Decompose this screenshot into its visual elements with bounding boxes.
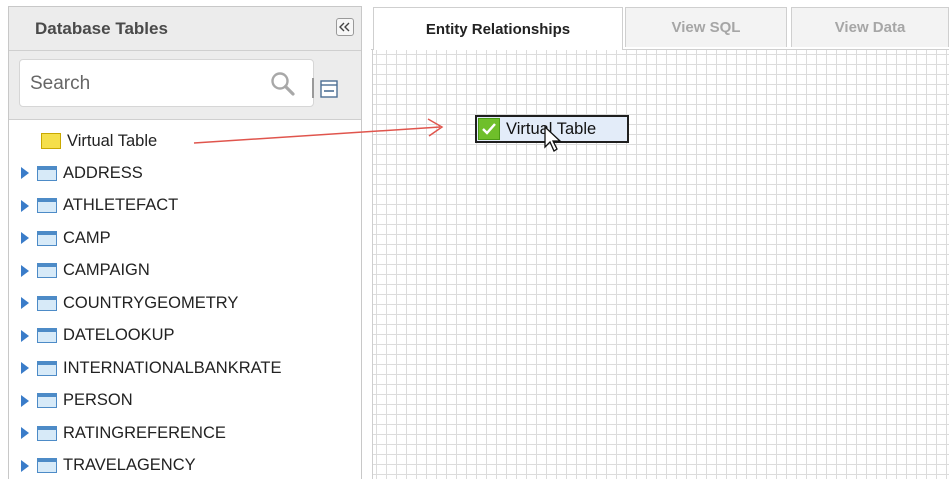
expand-arrow-icon[interactable] [21, 460, 29, 472]
expand-arrow-icon[interactable] [21, 427, 29, 439]
tree-item-campaign[interactable]: CAMPAIGN [9, 255, 361, 288]
table-icon [37, 393, 57, 408]
er-diagram-canvas[interactable] [372, 50, 949, 479]
node-label: Virtual Table [506, 120, 596, 139]
tab-view-data[interactable]: View Data [791, 7, 949, 47]
table-icon [37, 296, 57, 311]
expand-arrow-icon[interactable] [21, 232, 29, 244]
tree-item-label: PERSON [63, 391, 133, 410]
tree-item-countrygeometry[interactable]: COUNTRYGEOMETRY [9, 287, 361, 320]
table-icon [37, 361, 57, 376]
tree-item-label: DATELOOKUP [63, 326, 175, 345]
search-icon[interactable] [270, 71, 296, 97]
tree-item-datelookup[interactable]: DATELOOKUP [9, 320, 361, 353]
table-icon [37, 263, 57, 278]
tree-item-internationalbankrate[interactable]: INTERNATIONALBANKRATE [9, 352, 361, 385]
folder-icon [41, 133, 61, 149]
expand-arrow-icon[interactable] [21, 395, 29, 407]
tree-item-athletefact[interactable]: ATHLETEFACT [9, 190, 361, 223]
tree-item-ratingreference[interactable]: RATINGREFERENCE [9, 417, 361, 450]
table-icon [37, 166, 57, 181]
collapse-tree-icon[interactable] [320, 80, 338, 98]
tree-item-label: INTERNATIONALBANKRATE [63, 359, 282, 378]
checkmark-icon [478, 118, 500, 140]
tree-item-label: CAMP [63, 229, 111, 248]
tree-item-travelagency[interactable]: TRAVELAGENCY [9, 450, 361, 482]
tree-item-label: RATINGREFERENCE [63, 424, 226, 443]
double-chevron-left-icon [339, 22, 351, 32]
tree-item-label: Virtual Table [67, 132, 157, 151]
search-area [9, 51, 361, 120]
expand-arrow-icon[interactable] [21, 330, 29, 342]
panel-header: Database Tables [9, 7, 361, 51]
toolbar-divider [312, 78, 314, 98]
tree-item-address[interactable]: ADDRESS [9, 157, 361, 190]
table-icon [37, 458, 57, 473]
collapse-panel-button[interactable] [336, 18, 354, 36]
table-icon [37, 328, 57, 343]
search-box [19, 59, 314, 107]
expand-arrow-icon[interactable] [21, 297, 29, 309]
table-icon [37, 231, 57, 246]
tree-item-label: COUNTRYGEOMETRY [63, 294, 238, 313]
tree-item-virtual-table[interactable]: Virtual Table [9, 125, 361, 157]
expand-arrow-icon[interactable] [21, 362, 29, 374]
tab-view-sql[interactable]: View SQL [625, 7, 787, 47]
table-tree: Virtual Table ADDRESS ATHLETEFACT CAMP C… [9, 125, 361, 482]
expand-arrow-icon[interactable] [21, 200, 29, 212]
expand-arrow-icon[interactable] [21, 167, 29, 179]
tree-item-label: TRAVELAGENCY [63, 456, 196, 475]
tree-item-label: ADDRESS [63, 164, 143, 183]
search-input[interactable] [28, 70, 252, 98]
table-icon [37, 426, 57, 441]
database-tables-panel: Database Tables Virtual Table [8, 6, 362, 479]
panel-title: Database Tables [35, 19, 168, 39]
expand-arrow-icon[interactable] [21, 265, 29, 277]
tree-item-camp[interactable]: CAMP [9, 222, 361, 255]
tree-item-label: CAMPAIGN [63, 261, 150, 280]
tab-entity-relationships[interactable]: Entity Relationships [373, 7, 623, 50]
tree-item-person[interactable]: PERSON [9, 385, 361, 418]
table-icon [37, 198, 57, 213]
virtual-table-node[interactable]: Virtual Table [475, 115, 629, 143]
tree-item-label: ATHLETEFACT [63, 196, 178, 215]
